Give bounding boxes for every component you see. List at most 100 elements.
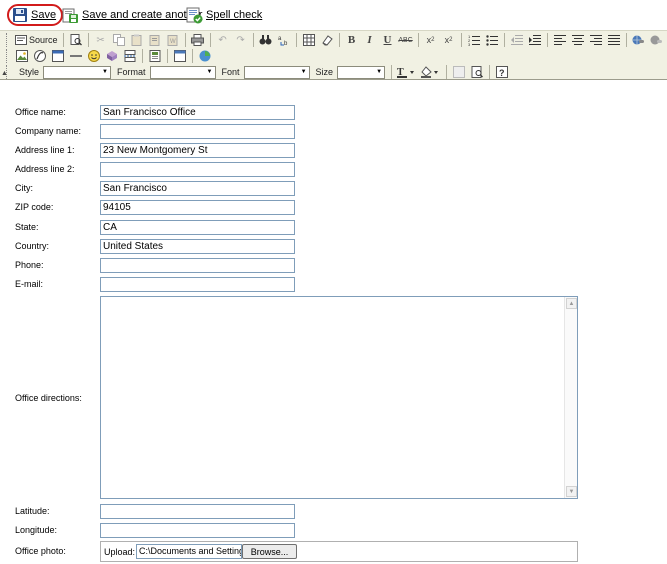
scroll-up-icon[interactable]: ▲: [566, 298, 577, 309]
toolbar-row-2: [6, 48, 214, 64]
italic-icon[interactable]: I: [362, 32, 378, 48]
city-label: City:: [15, 183, 33, 193]
help-icon[interactable]: ?: [494, 64, 510, 80]
city-input[interactable]: [100, 181, 295, 196]
latitude-input[interactable]: [100, 504, 295, 519]
browse-button[interactable]: Browse...: [242, 544, 297, 559]
paste-icon[interactable]: [129, 32, 145, 48]
toolbar-separator: [184, 33, 186, 47]
show-blocks-icon[interactable]: [469, 64, 485, 80]
address-line-2-input[interactable]: [100, 162, 295, 177]
toolbar-grip: [6, 33, 9, 47]
size-dropdown[interactable]: ▼: [337, 65, 386, 79]
align-center-icon[interactable]: [570, 32, 586, 48]
cut-icon[interactable]: ✂: [93, 32, 109, 48]
toolbar-separator: [142, 49, 143, 63]
upload-path-field[interactable]: C:\Documents and Settings: [136, 544, 242, 559]
save-and-create-icon: [62, 8, 78, 23]
redo-icon[interactable]: ↷: [233, 32, 249, 48]
outdent-icon[interactable]: [509, 32, 525, 48]
zip-code-input[interactable]: [100, 200, 295, 215]
strikethrough-icon[interactable]: ABC: [398, 32, 414, 48]
maximize-icon[interactable]: [451, 64, 467, 80]
copy-icon[interactable]: [111, 32, 127, 48]
subscript-icon[interactable]: x2: [423, 32, 439, 48]
email-input[interactable]: [100, 277, 295, 292]
page-break-icon[interactable]: [122, 48, 138, 64]
country-input[interactable]: [100, 239, 295, 254]
toolbar-separator: [489, 65, 491, 79]
source-button[interactable]: Source: [13, 32, 60, 48]
align-right-icon[interactable]: [588, 32, 604, 48]
office-directions-textarea[interactable]: ▲ ▼: [100, 296, 578, 499]
toolbar-separator: [391, 65, 393, 79]
underline-icon[interactable]: U: [380, 32, 396, 48]
address-line-1-label: Address line 1:: [15, 145, 75, 155]
select-all-icon[interactable]: [301, 32, 317, 48]
insert-image-icon[interactable]: [14, 48, 30, 64]
editor-toolbar: Source ✂ W ↶ ↷ ab B I U ABC x 2 x 2 1 2 …: [0, 30, 667, 80]
svg-text:b: b: [284, 41, 288, 46]
template-icon[interactable]: [147, 48, 163, 64]
office-directions-label: Office directions:: [15, 393, 82, 403]
format-dropdown[interactable]: ▼: [149, 65, 216, 79]
textarea-scrollbar[interactable]: ▲ ▼: [564, 297, 577, 498]
align-left-icon[interactable]: [552, 32, 568, 48]
longitude-input[interactable]: [100, 523, 295, 538]
style-label: Style: [19, 67, 40, 77]
floppy-disk-icon: [13, 8, 27, 22]
print-icon[interactable]: [190, 32, 206, 48]
smiley-icon[interactable]: [86, 48, 102, 64]
spell-check-button[interactable]: Spell check: [186, 5, 262, 25]
text-color-icon[interactable]: T: [396, 64, 418, 80]
phone-label: Phone:: [15, 260, 44, 270]
scroll-down-icon[interactable]: ▼: [566, 486, 577, 497]
email-label: E-mail:: [15, 279, 44, 289]
font-dropdown[interactable]: ▼: [243, 65, 310, 79]
office-name-input[interactable]: [100, 105, 295, 120]
insert-flash-icon[interactable]: [32, 48, 48, 64]
toolbar-separator: [417, 33, 419, 47]
superscript-icon[interactable]: x2: [441, 32, 457, 48]
svg-text:W: W: [170, 39, 176, 45]
find-icon[interactable]: [258, 32, 274, 48]
save-button[interactable]: Save: [7, 4, 64, 26]
upload-label: Upload:: [104, 547, 136, 557]
paste-text-icon[interactable]: [147, 32, 163, 48]
horizontal-line-icon[interactable]: [68, 48, 84, 64]
insert-form-icon[interactable]: [172, 48, 188, 64]
preview-icon[interactable]: [68, 32, 84, 48]
save-and-create-another-button[interactable]: Save and create another: [62, 5, 202, 25]
state-label: State:: [15, 222, 39, 232]
address-line-1-input[interactable]: [100, 143, 295, 158]
source-icon: [15, 35, 27, 45]
background-color-icon[interactable]: [420, 64, 442, 80]
company-name-input[interactable]: [100, 124, 295, 139]
insert-link-icon[interactable]: [631, 32, 647, 48]
numbered-list-icon[interactable]: 123: [466, 32, 482, 48]
style-dropdown[interactable]: ▼: [43, 65, 112, 79]
state-input[interactable]: [100, 220, 295, 235]
replace-icon[interactable]: ab: [276, 32, 292, 48]
toolbar-separator: [62, 33, 64, 47]
paste-word-icon[interactable]: W: [165, 32, 181, 48]
format-label: Format: [117, 67, 146, 77]
toolbar-row-3: Style ▼ Format ▼ Font ▼ Size ▼ T ?: [6, 64, 511, 80]
insert-table-icon[interactable]: [50, 48, 66, 64]
remove-format-icon[interactable]: [319, 32, 335, 48]
toolbar-separator: [295, 33, 297, 47]
unlink-icon[interactable]: [649, 32, 665, 48]
phone-input[interactable]: [100, 258, 295, 273]
office-photo-label: Office photo:: [15, 546, 66, 556]
indent-icon[interactable]: [527, 32, 543, 48]
insert-widget-icon[interactable]: [197, 48, 213, 64]
special-character-icon[interactable]: [104, 48, 120, 64]
justify-icon[interactable]: [606, 32, 622, 48]
bold-icon[interactable]: B: [344, 32, 360, 48]
toolbar-separator: [252, 33, 254, 47]
bulleted-list-icon[interactable]: [484, 32, 500, 48]
collapse-toolbar-icon[interactable]: ▲: [1, 70, 8, 77]
undo-icon[interactable]: ↶: [215, 32, 231, 48]
save-label: Save: [31, 9, 57, 21]
spell-check-label: Spell check: [206, 9, 263, 21]
